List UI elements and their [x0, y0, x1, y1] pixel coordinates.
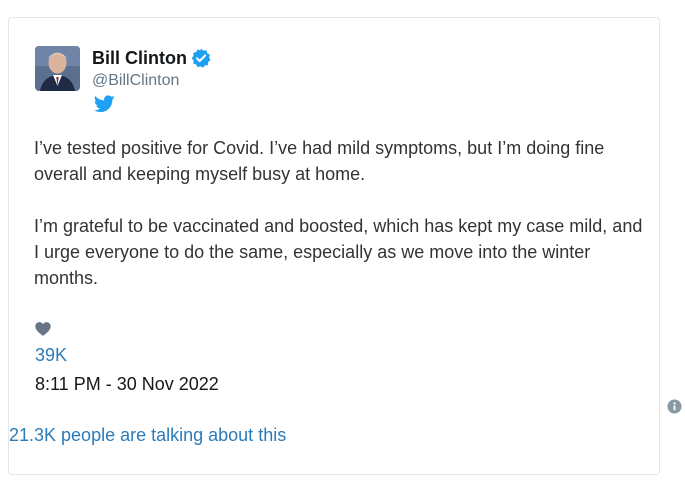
heart-icon[interactable]	[35, 321, 51, 337]
author-handle[interactable]: @BillClinton	[92, 71, 179, 91]
like-count[interactable]: 39K	[35, 345, 67, 366]
tweet-timestamp[interactable]: 8:11 PM - 30 Nov 2022	[35, 374, 219, 395]
tweet-text: I’ve tested positive for Covid. I’ve had…	[34, 135, 644, 317]
avatar[interactable]	[35, 46, 80, 91]
talking-about-link[interactable]: 21.3K people are talking about this	[9, 425, 286, 446]
tweet-card: Bill Clinton @BillClinton I’ve tested po…	[8, 17, 682, 475]
tweet-paragraph: I’ve tested positive for Covid. I’ve had…	[34, 138, 605, 184]
twitter-bird-icon[interactable]	[93, 95, 115, 113]
author-name-row: Bill Clinton	[92, 47, 211, 69]
info-icon[interactable]	[667, 399, 682, 414]
author-name[interactable]: Bill Clinton	[92, 47, 187, 69]
verified-badge-icon	[191, 48, 211, 68]
tweet-paragraph: I’m grateful to be vaccinated and booste…	[34, 216, 643, 288]
